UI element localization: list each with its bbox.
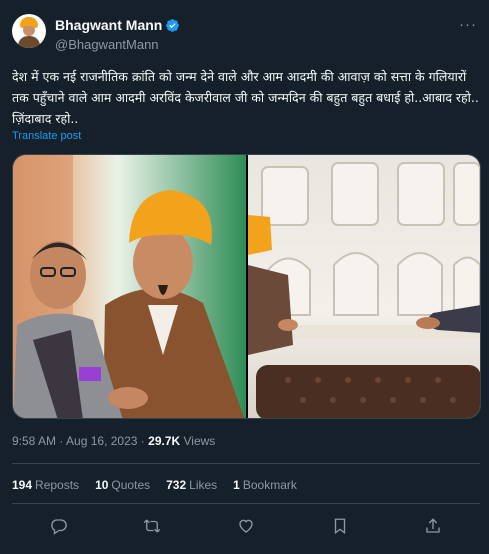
likes-stat[interactable]: 732 Likes — [166, 478, 217, 492]
tweet-meta: 9:58 AM · Aug 16, 2023 · 29.7K Views — [12, 434, 215, 448]
views-label: Views — [183, 434, 216, 448]
bookmark-icon[interactable] — [329, 515, 351, 537]
action-bar — [12, 515, 480, 537]
verified-badge-icon — [166, 18, 180, 32]
media-photo-left[interactable] — [13, 155, 246, 418]
tweet-text: देश में एक नई राजनीतिक क्रांति को जन्म द… — [12, 69, 479, 126]
translate-link[interactable]: Translate post — [12, 130, 81, 142]
divider — [12, 503, 480, 504]
author-display-name[interactable]: Bhagwant Mann — [55, 17, 162, 33]
bookmarks-stat[interactable]: 1 Bookmark — [233, 478, 297, 492]
tweet-header: Bhagwant Mann @BhagwantMann — [12, 14, 180, 52]
more-options-icon[interactable]: ··· — [459, 16, 477, 33]
views-count: 29.7K — [148, 434, 181, 448]
reply-icon[interactable] — [48, 515, 70, 537]
meta-separator: · — [140, 434, 145, 448]
author-handle[interactable]: @BhagwantMann — [55, 37, 180, 52]
quotes-stat[interactable]: 10 Quotes — [95, 478, 150, 492]
avatar[interactable] — [12, 14, 46, 48]
tweet-date[interactable]: Aug 16, 2023 — [66, 434, 137, 448]
divider — [12, 463, 480, 464]
reposts-stat[interactable]: 194 Reposts — [12, 478, 79, 492]
share-icon[interactable] — [422, 515, 444, 537]
author-names: Bhagwant Mann @BhagwantMann — [55, 17, 180, 52]
media-grid — [12, 154, 481, 419]
photo-right-illustration — [248, 162, 480, 418]
meta-separator: · — [59, 434, 64, 448]
photo-left-illustration — [13, 155, 245, 418]
repost-icon[interactable] — [141, 515, 163, 537]
media-photo-right[interactable] — [248, 155, 480, 418]
like-icon[interactable] — [235, 515, 257, 537]
tweet-time[interactable]: 9:58 AM — [12, 434, 56, 448]
engagement-stats: 194 Reposts 10 Quotes 732 Likes 1 Bookmark — [12, 478, 313, 492]
